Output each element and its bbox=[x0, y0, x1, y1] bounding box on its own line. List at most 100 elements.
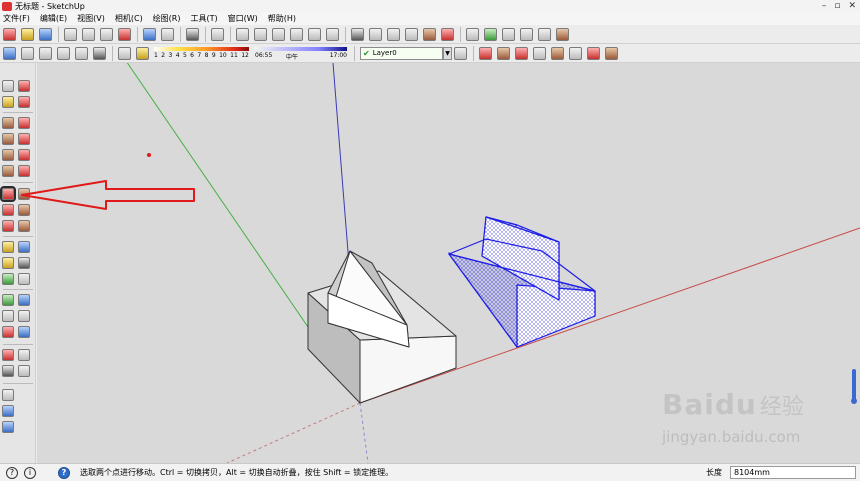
menu-help[interactable]: 帮助(H) bbox=[268, 13, 296, 24]
polygon-tool-icon[interactable] bbox=[2, 149, 14, 161]
paint-bucket-icon[interactable] bbox=[2, 96, 14, 108]
shadow-date-slider[interactable]: 1 2 3 4 5 6 7 8 9 10 11 12 bbox=[154, 45, 249, 62]
back-view-icon[interactable] bbox=[290, 27, 303, 41]
layer-dropdown-arrow-icon[interactable]: ▼ bbox=[443, 46, 452, 60]
share-model-icon[interactable] bbox=[538, 27, 551, 41]
add-location-icon[interactable] bbox=[587, 46, 600, 60]
arc-tool-icon[interactable] bbox=[18, 133, 30, 145]
copied-model-selected[interactable] bbox=[448, 216, 596, 348]
cut-icon[interactable] bbox=[64, 27, 77, 41]
orbit-tool-icon[interactable] bbox=[2, 294, 14, 306]
section-tool-icon[interactable] bbox=[18, 365, 30, 377]
pie-tool-icon[interactable] bbox=[2, 165, 14, 177]
front-view-icon[interactable] bbox=[254, 27, 267, 41]
menu-tools[interactable]: 工具(T) bbox=[191, 13, 218, 24]
scale-tool-icon[interactable] bbox=[2, 220, 14, 232]
offset-tool-icon[interactable] bbox=[18, 220, 30, 232]
camera-position-icon[interactable] bbox=[533, 46, 546, 60]
sandbox-icon[interactable] bbox=[466, 27, 479, 41]
warehouse-icon[interactable] bbox=[484, 27, 497, 41]
menu-window[interactable]: 窗口(W) bbox=[228, 13, 258, 24]
layer-select[interactable]: ✔ Layer0 bbox=[360, 46, 443, 60]
styles-icon[interactable] bbox=[57, 46, 70, 60]
undo-icon[interactable] bbox=[143, 27, 156, 41]
hidden-line-icon[interactable] bbox=[387, 27, 400, 41]
geo-location-icon[interactable]: ? bbox=[6, 466, 18, 479]
section-plane-icon[interactable] bbox=[479, 46, 492, 60]
xray-icon[interactable] bbox=[351, 27, 364, 41]
save-icon[interactable] bbox=[39, 27, 52, 41]
settings-tool-icon[interactable] bbox=[2, 421, 14, 433]
erase-icon[interactable] bbox=[118, 27, 131, 41]
zoom-extents-icon[interactable] bbox=[2, 326, 14, 338]
paste-icon[interactable] bbox=[100, 27, 113, 41]
position-camera-icon[interactable] bbox=[2, 349, 14, 361]
layers-panel-icon[interactable] bbox=[454, 46, 467, 60]
layer-manager-icon[interactable] bbox=[3, 46, 16, 60]
menu-draw[interactable]: 绘图(R) bbox=[153, 13, 181, 24]
arc3-tool-icon[interactable] bbox=[18, 165, 30, 177]
terrain-icon[interactable] bbox=[605, 46, 618, 60]
pan-tool-icon[interactable] bbox=[18, 294, 30, 306]
close-button[interactable]: ✕ bbox=[848, 1, 856, 11]
home-icon[interactable] bbox=[502, 27, 515, 41]
line-tool-icon[interactable] bbox=[18, 117, 30, 129]
display-section-cuts-icon[interactable] bbox=[515, 46, 528, 60]
display-mode-icon[interactable] bbox=[93, 46, 106, 60]
copy-icon[interactable] bbox=[82, 27, 95, 41]
iso-view-icon[interactable] bbox=[211, 27, 224, 41]
make-component-icon[interactable] bbox=[18, 80, 30, 92]
components-icon[interactable] bbox=[556, 27, 569, 41]
zoom-tool-icon[interactable] bbox=[2, 310, 14, 322]
building-icon[interactable] bbox=[520, 27, 533, 41]
minimize-button[interactable]: – bbox=[822, 1, 827, 11]
menu-edit[interactable]: 编辑(E) bbox=[40, 13, 67, 24]
previous-view-icon[interactable] bbox=[18, 326, 30, 338]
outliner-icon[interactable] bbox=[21, 46, 34, 60]
menu-view[interactable]: 视图(V) bbox=[77, 13, 105, 24]
look-around-tool-icon[interactable] bbox=[18, 349, 30, 361]
3d-text-icon[interactable] bbox=[18, 273, 30, 285]
menu-file[interactable]: 文件(F) bbox=[3, 13, 30, 24]
freehand-tool-icon[interactable] bbox=[18, 149, 30, 161]
menu-camera[interactable]: 相机(C) bbox=[115, 13, 143, 24]
navigate-icon[interactable] bbox=[2, 389, 14, 401]
rectangle-tool-icon[interactable] bbox=[2, 117, 14, 129]
bottom-view-icon[interactable] bbox=[326, 27, 339, 41]
rotate-tool-icon[interactable] bbox=[2, 204, 14, 216]
wireframe-icon[interactable] bbox=[369, 27, 382, 41]
walk-icon[interactable] bbox=[551, 46, 564, 60]
select-tool-icon[interactable] bbox=[2, 80, 14, 92]
protractor-icon[interactable] bbox=[2, 257, 14, 269]
shadow-time-slider[interactable]: 06:55 中午 17:00 bbox=[255, 45, 347, 62]
display-section-planes-icon[interactable] bbox=[497, 46, 510, 60]
sandbox-tool-icon[interactable] bbox=[2, 405, 14, 417]
materials-icon[interactable] bbox=[39, 46, 52, 60]
tape-measure-icon[interactable] bbox=[2, 241, 14, 253]
left-view-icon[interactable] bbox=[308, 27, 321, 41]
maximize-button[interactable]: ▫ bbox=[834, 1, 840, 11]
dimension-tool-icon[interactable] bbox=[18, 241, 30, 253]
original-model[interactable] bbox=[307, 250, 457, 404]
eraser-tool-icon[interactable] bbox=[18, 96, 30, 108]
measurements-input[interactable]: 8104mm bbox=[730, 466, 856, 479]
monochrome-icon[interactable] bbox=[441, 27, 454, 41]
walk-tool-icon[interactable] bbox=[2, 365, 14, 377]
circle-tool-icon[interactable] bbox=[2, 133, 14, 145]
scenes-icon[interactable] bbox=[75, 46, 88, 60]
print-icon[interactable] bbox=[186, 27, 199, 41]
redo-icon[interactable] bbox=[161, 27, 174, 41]
new-file-icon[interactable] bbox=[3, 27, 16, 41]
sun-icon[interactable] bbox=[136, 46, 149, 60]
text-tool-icon[interactable] bbox=[18, 257, 30, 269]
top-view-icon[interactable] bbox=[236, 27, 249, 41]
axes-tool-icon[interactable] bbox=[2, 273, 14, 285]
look-around-icon[interactable] bbox=[569, 46, 582, 60]
right-view-icon[interactable] bbox=[272, 27, 285, 41]
shaded-icon[interactable] bbox=[405, 27, 418, 41]
move-tool-icon[interactable] bbox=[0, 186, 16, 202]
shaded-textures-icon[interactable] bbox=[423, 27, 436, 41]
open-file-icon[interactable] bbox=[21, 27, 34, 41]
shadows-toggle-icon[interactable] bbox=[118, 46, 131, 60]
help-icon[interactable]: ? bbox=[58, 466, 70, 479]
